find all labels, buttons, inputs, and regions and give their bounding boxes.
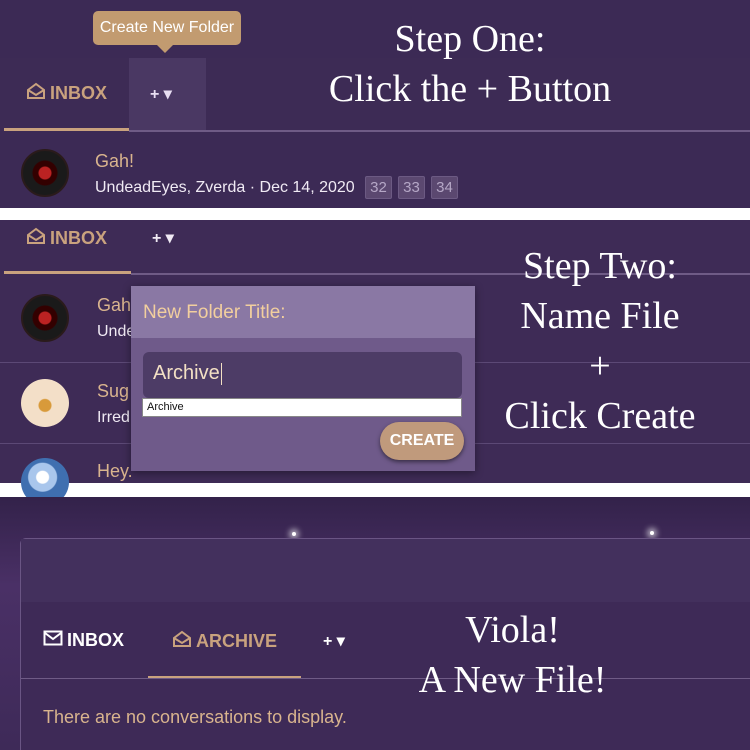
card-header: [21, 539, 750, 602]
conversation-title[interactable]: Hey.: [97, 461, 133, 482]
folder-title-input[interactable]: Archive: [143, 352, 462, 398]
new-folder-button[interactable]: + ▾: [150, 84, 172, 104]
tab-divider: [129, 130, 750, 132]
new-folder-button-label: + ▾: [152, 230, 174, 247]
envelope-open-icon: [26, 82, 46, 105]
active-tab-underline: [4, 271, 131, 274]
caption-line: Step Two:: [523, 245, 677, 287]
conversation-meta: Irred: [97, 409, 130, 426]
tab-inbox-label: INBOX: [50, 228, 108, 248]
text-caret: [220, 362, 222, 385]
empty-state-message: There are no conversations to display.: [43, 707, 347, 727]
sparkle-decoration: [292, 532, 296, 536]
tab-inbox-label: INBOX: [67, 630, 125, 650]
tab-archive-label: ARCHIVE: [196, 631, 278, 651]
folder-title-value: Archive: [153, 362, 220, 384]
conversation-title[interactable]: Sug: [97, 381, 129, 402]
envelope-open-icon: [172, 630, 192, 653]
tab-inbox[interactable]: INBOX: [26, 82, 107, 105]
page-link[interactable]: 34: [431, 176, 458, 199]
caption-line: Viola!: [465, 609, 560, 651]
new-folder-button[interactable]: + ▾: [152, 228, 174, 248]
caption-line: Name File: [520, 295, 680, 337]
caption-line: A New File!: [418, 659, 607, 701]
conversation-meta: Unde: [97, 323, 136, 340]
tab-divider: [21, 678, 750, 679]
step-one-caption: Step One: Click the + Button: [300, 14, 640, 114]
tab-inbox-label: INBOX: [50, 83, 108, 103]
avatar[interactable]: [21, 294, 69, 342]
caption-line: +: [589, 345, 611, 387]
new-folder-button-label: + ▾: [323, 633, 345, 650]
conversation-title[interactable]: Gah!: [95, 151, 134, 172]
caption-line: Click Create: [504, 395, 696, 437]
tab-inbox[interactable]: INBOX: [26, 227, 107, 250]
active-tab-underline: [4, 128, 129, 131]
conversation-meta: UndeadEyes, Zverda · Dec 14, 2020: [95, 179, 355, 196]
caption-line: Step One:: [394, 18, 546, 60]
create-button-label: CREATE: [389, 432, 455, 449]
conversation-title[interactable]: Gah: [97, 295, 131, 316]
new-folder-dialog: New Folder Title: Archive Archive CREATE: [131, 286, 475, 471]
page-link[interactable]: 33: [398, 176, 425, 199]
new-folder-button-label: + ▾: [150, 86, 172, 103]
avatar[interactable]: [21, 149, 69, 197]
step-three-caption: Viola! A New File!: [390, 605, 635, 705]
envelope-open-icon: [26, 227, 46, 250]
step-two-caption: Step Two: Name File + Click Create: [470, 241, 730, 441]
caption-line: Click the + Button: [328, 68, 612, 110]
page-link[interactable]: 32: [365, 176, 392, 199]
sparkle-decoration: [650, 531, 654, 535]
autocomplete-suggestion[interactable]: Archive: [142, 398, 462, 417]
dialog-title: New Folder Title:: [143, 302, 286, 323]
envelope-icon: [43, 630, 63, 651]
tooltip-label: Create New Folder: [99, 19, 235, 36]
create-button[interactable]: CREATE: [380, 422, 464, 460]
tab-archive[interactable]: ARCHIVE: [172, 630, 277, 653]
tab-inbox[interactable]: INBOX: [43, 630, 124, 651]
create-folder-tooltip: Create New Folder: [93, 11, 241, 53]
avatar[interactable]: [21, 379, 69, 427]
new-folder-button[interactable]: + ▾: [323, 631, 345, 651]
